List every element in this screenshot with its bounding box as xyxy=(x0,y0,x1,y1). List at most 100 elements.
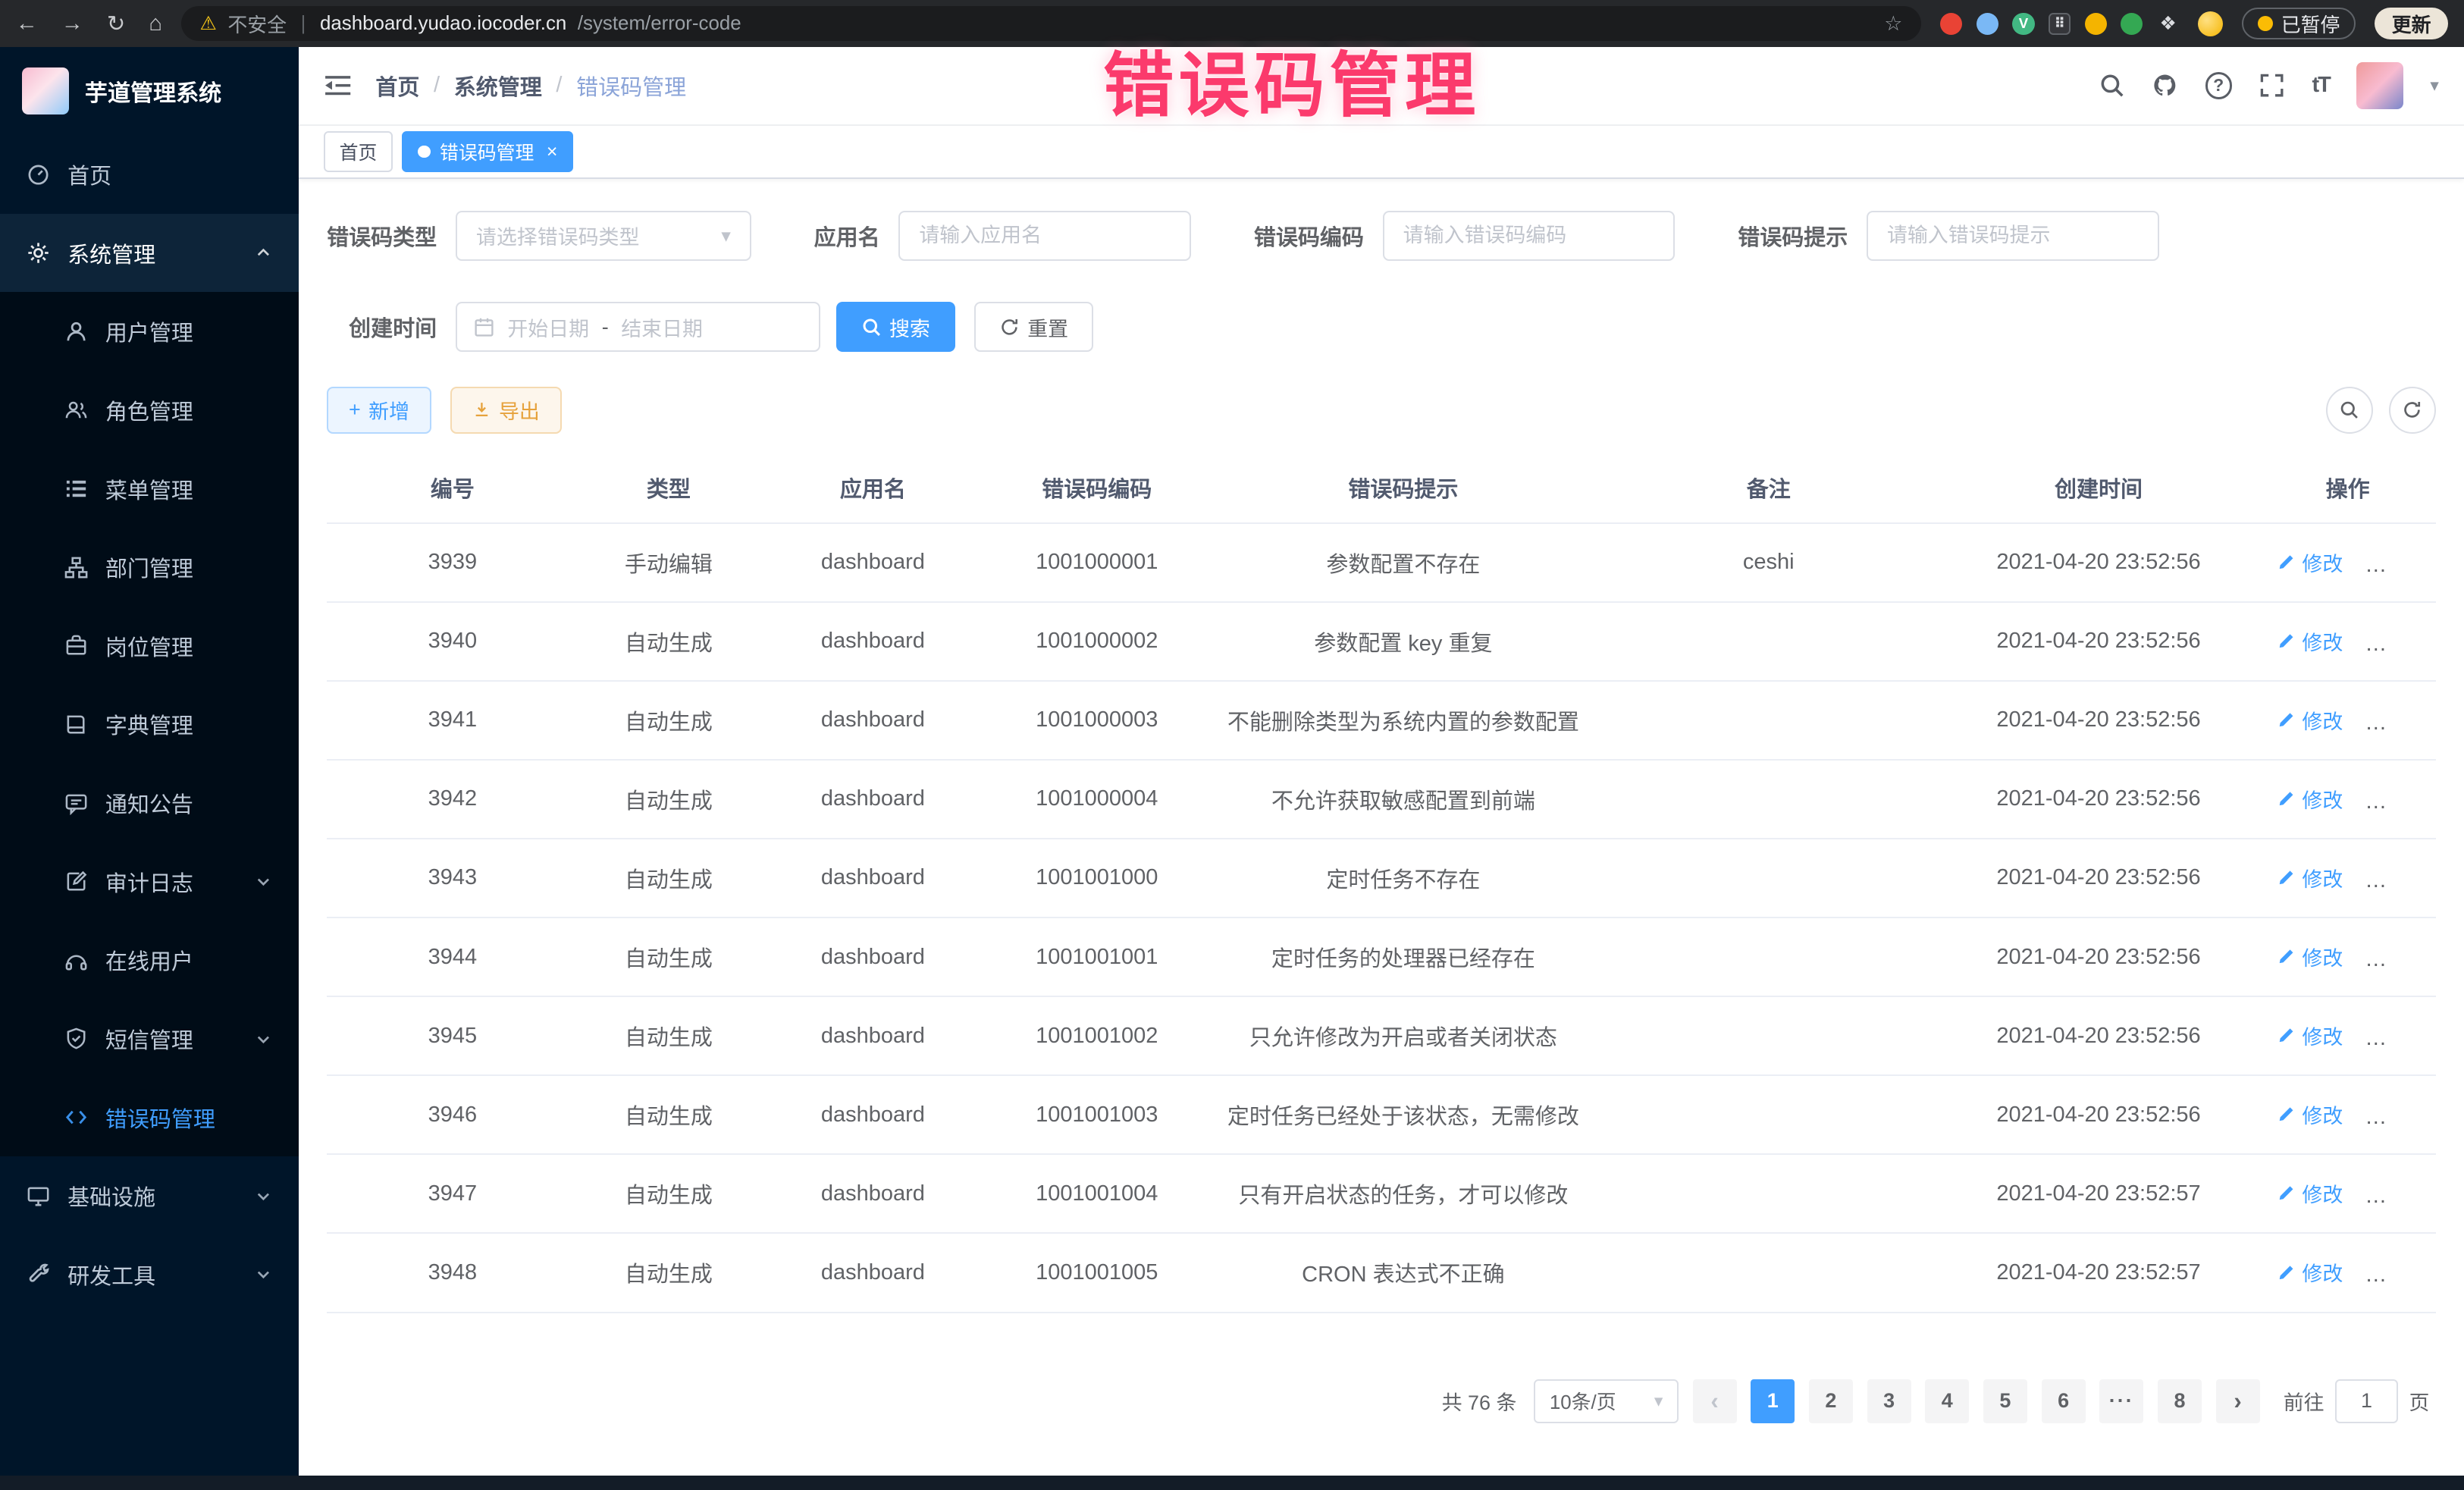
error-code-input[interactable] xyxy=(1383,211,1676,261)
sidebar-item-dev-tools[interactable]: 研发工具 xyxy=(0,1235,299,1314)
page-button-5[interactable]: 5 xyxy=(1983,1379,2027,1423)
app-name-input[interactable] xyxy=(898,211,1191,261)
sidebar-item-role-management[interactable]: 角色管理 xyxy=(0,371,299,450)
fullscreen-icon[interactable] xyxy=(2259,72,2285,99)
col-actions: 操作 xyxy=(2259,453,2435,523)
breadcrumb-home[interactable]: 首页 xyxy=(375,70,419,102)
cell-type: 自动生成 xyxy=(578,1233,759,1312)
page-button-1[interactable]: 1 xyxy=(1751,1379,1795,1423)
goto-page-input[interactable] xyxy=(2335,1379,2398,1423)
user-avatar[interactable] xyxy=(2356,62,2403,109)
paused-badge[interactable]: 已暂停 xyxy=(2242,8,2356,39)
edit-link[interactable]: 修改 xyxy=(2277,1099,2343,1129)
refresh-table-icon[interactable] xyxy=(2389,387,2436,434)
col-type: 类型 xyxy=(578,453,759,523)
cell-code: 1001000003 xyxy=(987,681,1207,760)
github-icon[interactable] xyxy=(2152,72,2178,99)
close-icon[interactable]: × xyxy=(547,141,558,163)
reset-button[interactable]: 重置 xyxy=(974,302,1093,352)
extension-icon[interactable] xyxy=(2085,13,2107,35)
security-label: 不安全 xyxy=(227,10,287,38)
sidebar-item-system-management[interactable]: 系统管理 xyxy=(0,214,299,293)
page-size-select[interactable]: 10条/页 ▾ xyxy=(1534,1379,1679,1423)
sidebar-item-audit-log[interactable]: 审计日志 xyxy=(0,842,299,921)
table-toolbar: + 新增 导出 xyxy=(327,387,2436,434)
error-msg-input[interactable] xyxy=(1867,211,2159,261)
sidebar-item-error-code-management[interactable]: 错误码管理 xyxy=(0,1078,299,1157)
edit-link[interactable]: 修改 xyxy=(2277,1257,2343,1287)
font-size-icon[interactable]: tT xyxy=(2312,73,2330,98)
edit-link[interactable]: 修改 xyxy=(2277,942,2343,971)
breadcrumb-system[interactable]: 系统管理 xyxy=(454,70,542,102)
tree-icon xyxy=(64,556,88,579)
date-range-picker[interactable]: 开始日期 - 结束日期 xyxy=(456,302,820,352)
cell-memo xyxy=(1600,602,1938,681)
sidebar-item-infrastructure[interactable]: 基础设施 xyxy=(0,1156,299,1235)
sidebar-item-notice-announcement[interactable]: 通知公告 xyxy=(0,764,299,842)
cell-app: dashboard xyxy=(759,523,987,602)
page-button-2[interactable]: 2 xyxy=(1809,1379,1853,1423)
page-button-4[interactable]: 4 xyxy=(1925,1379,1969,1423)
home-icon[interactable]: ⌂ xyxy=(149,11,162,36)
cell-memo xyxy=(1600,1075,1938,1154)
help-icon[interactable]: ? xyxy=(2205,72,2232,99)
bookmark-star-icon[interactable]: ☆ xyxy=(1884,12,1902,36)
paused-dot-icon xyxy=(2258,16,2274,32)
extension-icon[interactable] xyxy=(1940,13,1962,35)
next-page-button[interactable]: › xyxy=(2216,1379,2260,1423)
page-ellipsis[interactable]: ··· xyxy=(2099,1379,2143,1423)
extensions-grid-icon[interactable]: ⠿ xyxy=(2049,13,2071,35)
cell-app: dashboard xyxy=(759,681,987,760)
edit-link[interactable]: 修改 xyxy=(2277,1021,2343,1050)
sidebar-item-dict-management[interactable]: 字典管理 xyxy=(0,685,299,764)
edit-link[interactable]: 修改 xyxy=(2277,1178,2343,1208)
chevron-down-icon xyxy=(255,1030,272,1048)
sidebar-item-home[interactable]: 首页 xyxy=(0,135,299,214)
sidebar-item-post-management[interactable]: 岗位管理 xyxy=(0,607,299,685)
calendar-icon xyxy=(473,316,495,338)
cell-id: 3948 xyxy=(327,1233,578,1312)
url-path: /system/error-code xyxy=(578,13,741,35)
reload-icon[interactable]: ↻ xyxy=(107,11,125,37)
tab-首页[interactable]: 首页 xyxy=(324,131,393,172)
sidebar-item-online-users[interactable]: 在线用户 xyxy=(0,921,299,999)
add-button[interactable]: + 新增 xyxy=(327,387,431,434)
cell-type: 自动生成 xyxy=(578,602,759,681)
page-button-8[interactable]: 8 xyxy=(2158,1379,2202,1423)
sidebar-item-user-management[interactable]: 用户管理 xyxy=(0,292,299,371)
edit-link[interactable]: 修改 xyxy=(2277,626,2343,656)
edit-link[interactable]: 修改 xyxy=(2277,863,2343,892)
book-icon xyxy=(64,713,88,736)
app-logo[interactable]: 芋道管理系统 xyxy=(0,47,299,135)
page-button-3[interactable]: 3 xyxy=(1867,1379,1911,1423)
sidebar-item-dept-management[interactable]: 部门管理 xyxy=(0,528,299,607)
sidebar-item-sms-management[interactable]: 短信管理 xyxy=(0,999,299,1078)
user-icon xyxy=(64,320,88,343)
cell-app: dashboard xyxy=(759,839,987,918)
extension-icon[interactable] xyxy=(2121,13,2143,35)
prev-page-button[interactable]: ‹ xyxy=(1693,1379,1737,1423)
hamburger-icon[interactable] xyxy=(324,73,352,98)
sidebar-item-menu-management[interactable]: 菜单管理 xyxy=(0,450,299,529)
chevron-down-icon: ▾ xyxy=(721,224,730,247)
chevron-down-icon[interactable]: ▾ xyxy=(2430,75,2438,96)
browser-update-button[interactable]: 更新 xyxy=(2375,8,2448,39)
edit-link[interactable]: 修改 xyxy=(2277,547,2343,577)
address-bar[interactable]: ⚠ 不安全 | dashboard.yudao.iocoder.cn/syste… xyxy=(181,6,1922,41)
back-icon[interactable]: ← xyxy=(16,11,38,36)
tab-错误码管理[interactable]: 错误码管理× xyxy=(402,131,573,172)
search-button[interactable]: 搜索 xyxy=(836,302,955,352)
forward-icon[interactable]: → xyxy=(61,11,83,36)
export-button[interactable]: 导出 xyxy=(450,387,562,434)
browser-profile-avatar[interactable] xyxy=(2198,11,2223,36)
vue-devtools-icon[interactable]: V xyxy=(2012,13,2034,35)
search-icon[interactable] xyxy=(2099,72,2125,99)
puzzle-extensions-icon[interactable]: ❖ xyxy=(2157,13,2179,35)
error-type-select[interactable]: 请选择错误码类型 ▾ xyxy=(456,211,751,261)
edit-link[interactable]: 修改 xyxy=(2277,784,2343,814)
edit-link[interactable]: 修改 xyxy=(2277,705,2343,735)
cell-id: 3943 xyxy=(327,839,578,918)
toggle-search-icon[interactable] xyxy=(2326,387,2373,434)
extension-icon[interactable] xyxy=(1977,13,1998,35)
page-button-6[interactable]: 6 xyxy=(2042,1379,2086,1423)
